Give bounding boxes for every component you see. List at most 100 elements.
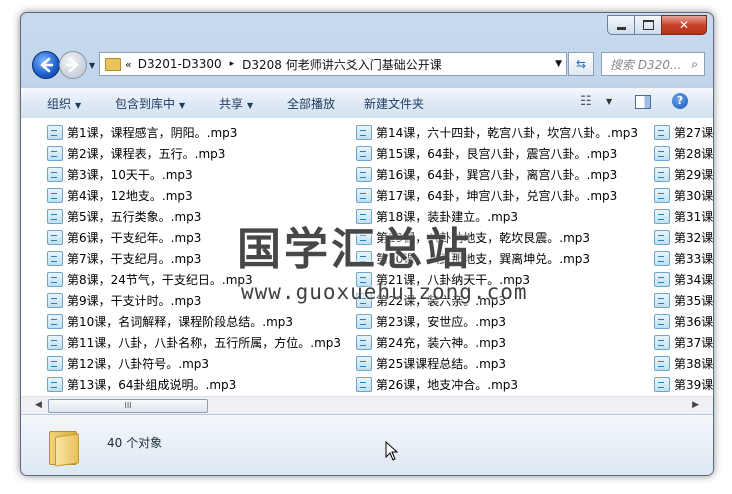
mp3-file-icon xyxy=(356,125,372,140)
list-item[interactable]: 第5课，五行类象。.mp3 xyxy=(47,206,341,227)
maximize-button[interactable] xyxy=(634,15,662,35)
refresh-button[interactable]: ⇆ xyxy=(568,52,594,76)
list-item[interactable]: 第1课，课程感言，阴阳。.mp3 xyxy=(47,122,341,143)
list-item[interactable]: 第6课，干支纪年。.mp3 xyxy=(47,227,341,248)
breadcrumb-item[interactable]: D3201-D3300 xyxy=(138,57,222,71)
file-column-1: 第1课，课程感言，阴阳。.mp3 第2课，课程表，五行。.mp3 第3课，10天… xyxy=(47,122,341,395)
list-item[interactable]: 第2课，课程表，五行。.mp3 xyxy=(47,143,341,164)
file-name: 第34课 xyxy=(674,273,713,287)
breadcrumb-separator-icon[interactable]: ▸ xyxy=(230,59,235,69)
search-icon[interactable]: ⌕ xyxy=(691,57,698,72)
recent-pages-dropdown-icon[interactable]: ▼ xyxy=(89,61,95,70)
mp3-file-icon xyxy=(47,335,63,350)
change-view-icon[interactable]: ☷ xyxy=(580,94,592,109)
list-item[interactable]: 第29课 xyxy=(654,164,713,185)
item-count: 40 个对象 xyxy=(107,436,163,450)
list-item[interactable]: 第32课 xyxy=(654,227,713,248)
list-item[interactable]: 第26课，地支冲合。.mp3 xyxy=(356,374,638,395)
mp3-file-icon xyxy=(654,209,670,224)
list-item[interactable]: 第31课 xyxy=(654,206,713,227)
back-arrow-icon xyxy=(40,57,54,73)
file-name: 第16课，64卦，巽宫八卦，离宫八卦。.mp3 xyxy=(376,168,618,182)
mp3-file-icon xyxy=(356,335,372,350)
forward-button[interactable] xyxy=(59,51,87,79)
list-item[interactable]: 第16课，64卦，巽宫八卦，离宫八卦。.mp3 xyxy=(356,164,638,185)
file-column-3: 第27课 第28课 第29课 第30课 第31课 第32课 第33课 第34课 … xyxy=(654,122,713,395)
list-item[interactable]: 第13课，64卦组成说明。.mp3 xyxy=(47,374,341,395)
list-item[interactable]: 第21课，八卦纳天干。.mp3 xyxy=(356,269,638,290)
list-item[interactable]: 第19课，八卦纳地支，乾坎艮震。.mp3 xyxy=(356,227,638,248)
details-pane: 40 个对象 xyxy=(21,414,713,475)
mp3-file-icon xyxy=(654,146,670,161)
mp3-file-icon xyxy=(654,314,670,329)
share-button[interactable]: 共享 ▼ xyxy=(219,95,253,112)
scroll-grip: III xyxy=(124,401,132,410)
help-icon[interactable]: ? xyxy=(672,93,688,109)
list-item[interactable]: 第4课，12地支。.mp3 xyxy=(47,185,341,206)
mp3-file-icon xyxy=(356,146,372,161)
file-name: 第37课 xyxy=(674,336,713,350)
organize-button[interactable]: 组织 ▼ xyxy=(47,95,81,112)
address-bar[interactable]: « D3201-D3300 ▸ D3208 何老师讲六爻入门基础公开课 ▼ xyxy=(99,52,567,76)
list-item[interactable]: 第17课，64卦，坤宫八卦，兑宫八卦。.mp3 xyxy=(356,185,638,206)
close-button[interactable]: ✕ xyxy=(661,15,707,35)
list-item[interactable]: 第27课 xyxy=(654,122,713,143)
mp3-file-icon xyxy=(654,230,670,245)
list-item[interactable]: 第22课，装六亲。.mp3 xyxy=(356,290,638,311)
file-name: 第33课 xyxy=(674,252,713,266)
mp3-file-icon xyxy=(47,377,63,392)
share-label: 共享 xyxy=(219,97,244,111)
mp3-file-icon xyxy=(47,272,63,287)
search-input[interactable]: 搜索 D320... ⌕ xyxy=(601,52,705,76)
list-item[interactable]: 第7课，干支纪月。.mp3 xyxy=(47,248,341,269)
address-overflow-chevron[interactable]: « xyxy=(125,58,132,71)
mp3-file-icon xyxy=(47,146,63,161)
list-item[interactable]: 第14课，六十四卦，乾宫八卦，坎宫八卦。.mp3 xyxy=(356,122,638,143)
scroll-left-icon[interactable]: ◀ xyxy=(35,400,42,410)
file-name: 第15课，64卦，艮宫八卦，震宫八卦。.mp3 xyxy=(376,147,618,161)
list-item[interactable]: 第11课，八卦，八卦名称，五行所属，方位。.mp3 xyxy=(47,332,341,353)
list-item[interactable]: 第33课 xyxy=(654,248,713,269)
list-item[interactable]: 第25课课程总结。.mp3 xyxy=(356,353,638,374)
list-item[interactable]: 第10课，名词解释，课程阶段总结。.mp3 xyxy=(47,311,341,332)
list-item[interactable]: 第38课 xyxy=(654,353,713,374)
mp3-file-icon xyxy=(654,251,670,266)
list-item[interactable]: 第24充，装六神。.mp3 xyxy=(356,332,638,353)
include-in-library-button[interactable]: 包含到库中 ▼ xyxy=(115,95,185,112)
mp3-file-icon xyxy=(356,377,372,392)
file-name: 第39课 xyxy=(674,378,713,392)
mp3-file-icon xyxy=(47,209,63,224)
file-name: 第28课 xyxy=(674,147,713,161)
preview-pane-icon[interactable] xyxy=(635,95,651,109)
address-row: ▼ « D3201-D3300 ▸ D3208 何老师讲六爻入门基础公开课 ▼ … xyxy=(21,51,713,81)
list-item[interactable]: 第20课，八卦那地支，巽离坤兑。.mp3 xyxy=(356,248,638,269)
list-item[interactable]: 第39课 xyxy=(654,374,713,395)
list-item[interactable]: 第37课 xyxy=(654,332,713,353)
file-name: 第23课，安世应。.mp3 xyxy=(376,315,507,329)
horizontal-scrollbar[interactable]: ◀ III ▶ xyxy=(21,396,713,414)
list-item[interactable]: 第15课，64卦，艮宫八卦，震宫八卦。.mp3 xyxy=(356,143,638,164)
new-folder-button[interactable]: 新建文件夹 xyxy=(364,95,424,112)
list-item[interactable]: 第30课 xyxy=(654,185,713,206)
list-item[interactable]: 第12课，八卦符号。.mp3 xyxy=(47,353,341,374)
address-dropdown-icon[interactable]: ▼ xyxy=(555,59,562,69)
back-button[interactable] xyxy=(32,51,60,79)
view-dropdown-icon[interactable]: ▼ xyxy=(606,97,612,106)
breadcrumb-item-current[interactable]: D3208 何老师讲六爻入门基础公开课 xyxy=(242,56,442,73)
minimize-button[interactable] xyxy=(607,15,635,35)
list-item[interactable]: 第36课 xyxy=(654,311,713,332)
maximize-icon xyxy=(642,20,654,30)
list-item[interactable]: 第8课，24节气，干支纪日。.mp3 xyxy=(47,269,341,290)
list-item[interactable]: 第9课，干支计时。.mp3 xyxy=(47,290,341,311)
list-item[interactable]: 第35课 xyxy=(654,290,713,311)
scroll-right-icon[interactable]: ▶ xyxy=(692,400,699,410)
list-item[interactable]: 第3课，10天干。.mp3 xyxy=(47,164,341,185)
scroll-thumb[interactable]: III xyxy=(48,399,208,413)
file-name: 第20课，八卦那地支，巽离坤兑。.mp3 xyxy=(376,252,591,266)
play-all-button[interactable]: 全部播放 xyxy=(287,95,335,112)
list-item[interactable]: 第34课 xyxy=(654,269,713,290)
list-item[interactable]: 第18课，装卦建立。.mp3 xyxy=(356,206,638,227)
list-item[interactable]: 第23课，安世应。.mp3 xyxy=(356,311,638,332)
mp3-file-icon xyxy=(47,314,63,329)
list-item[interactable]: 第28课 xyxy=(654,143,713,164)
